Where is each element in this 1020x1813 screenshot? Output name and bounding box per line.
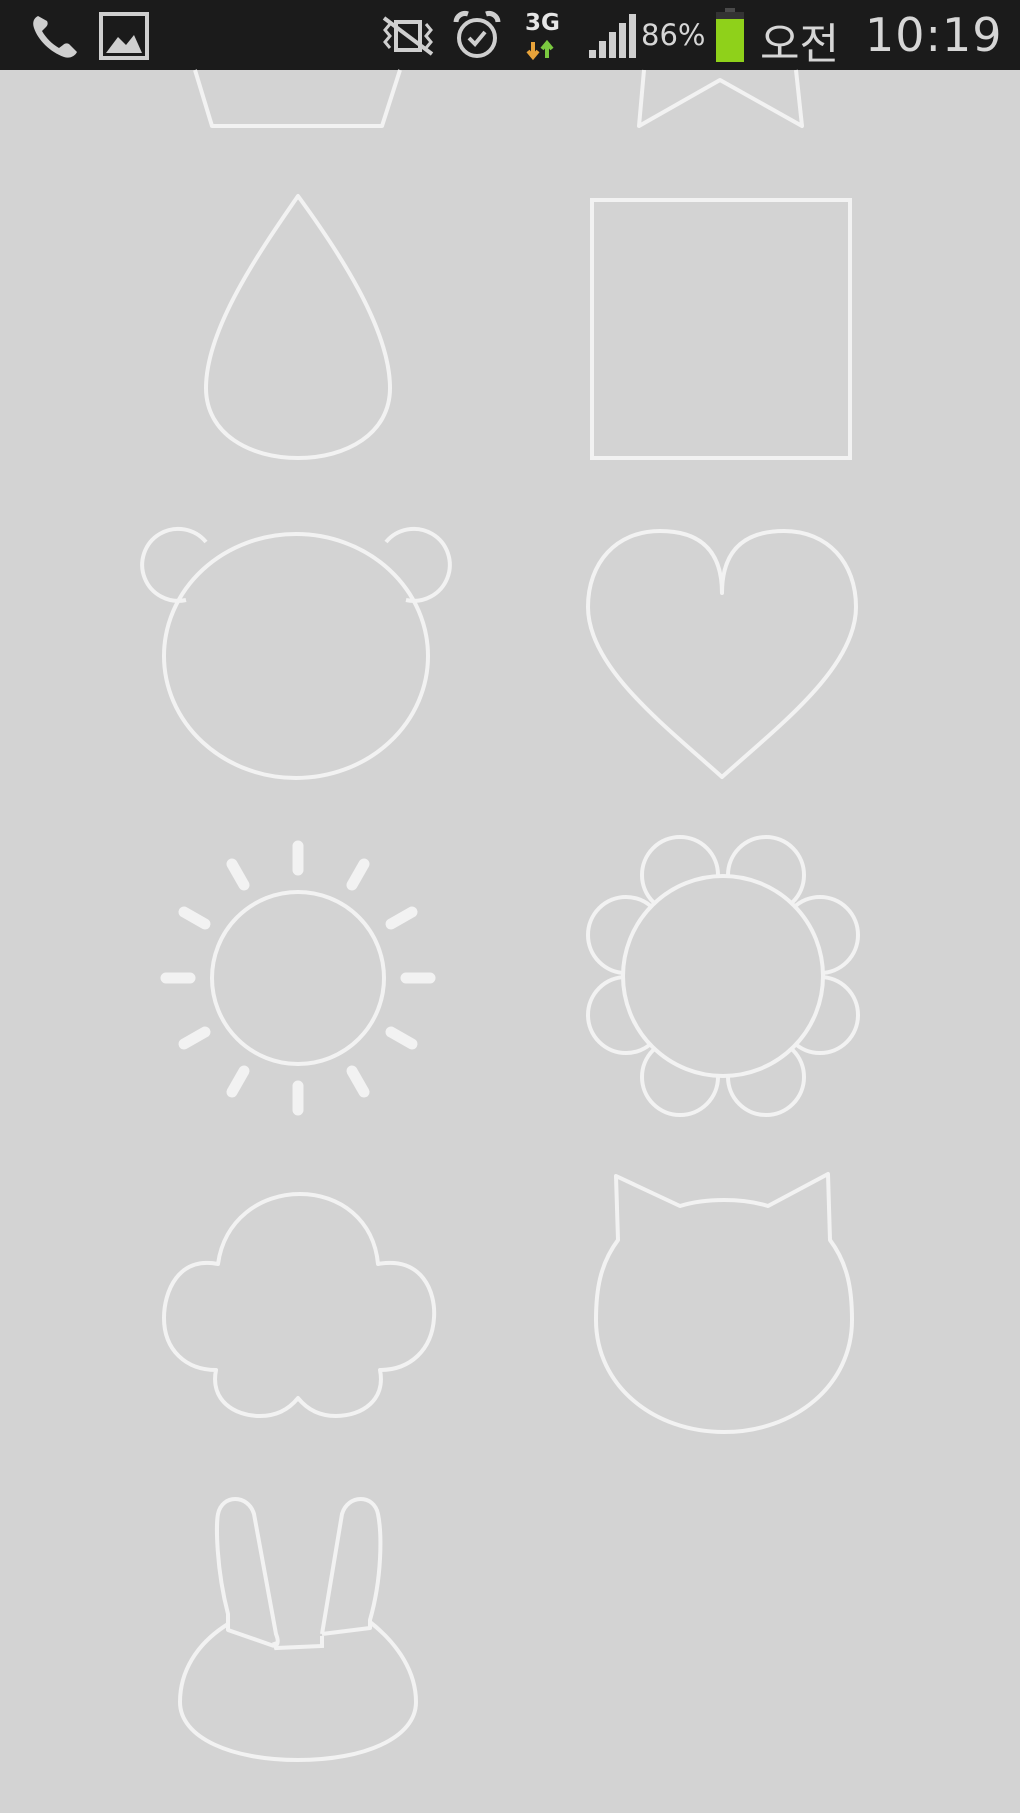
shape-picker-grid — [0, 69, 1020, 1813]
status-bar: 3G 86% 오전 10:19 — [0, 0, 1020, 70]
drop-shape[interactable] — [200, 190, 400, 470]
ribbon-shape[interactable] — [634, 69, 814, 130]
clock-ampm: 오전 — [760, 20, 840, 70]
rabbit-shape[interactable] — [176, 1494, 426, 1764]
gallery-icon — [98, 11, 150, 65]
bear-shape[interactable] — [140, 520, 452, 780]
alarm-icon — [452, 10, 502, 64]
phone-icon — [28, 12, 80, 64]
network-3g-icon: 3G — [523, 8, 563, 62]
battery-percent: 86% — [641, 18, 706, 52]
battery-icon — [715, 8, 745, 66]
signal-icon — [589, 14, 637, 64]
pentagon-shape[interactable] — [190, 69, 410, 130]
cloud-shape[interactable] — [160, 1190, 440, 1420]
sun-shape[interactable] — [160, 840, 440, 1120]
network-type-label: 3G — [525, 10, 560, 36]
heart-shape[interactable] — [584, 525, 860, 791]
vibrate-icon — [380, 14, 436, 62]
square-shape[interactable] — [586, 194, 856, 460]
cat-shape[interactable] — [590, 1170, 858, 1440]
flower-shape[interactable] — [584, 835, 864, 1119]
clock-time: 10:19 — [865, 8, 1003, 62]
